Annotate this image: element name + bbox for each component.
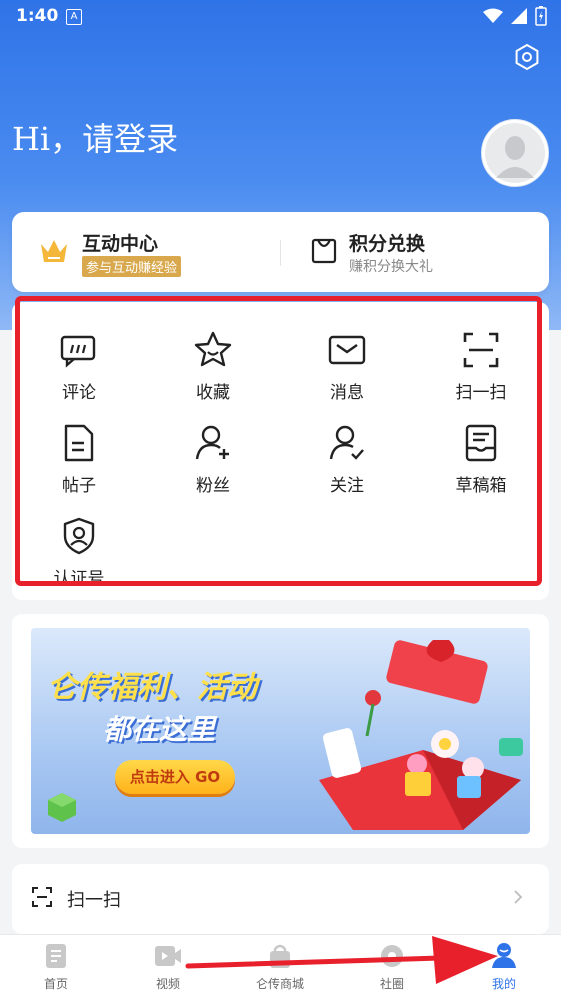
banner-headline: 仑传福利、活动 [47,670,257,705]
logo-cube-icon [48,793,76,822]
chevron-right-icon [514,890,523,904]
crown-icon [41,240,67,262]
profile-icon [492,943,516,968]
wifi-icon [483,8,503,23]
nav-label: 视频 [155,977,180,991]
login-greeting[interactable]: Hi，请登录 [12,114,178,160]
status-icons [483,6,547,26]
points-exchange-card[interactable]: 积分兑换 赚积分换大礼 [281,212,549,292]
nav-video[interactable]: 视频 [112,935,224,998]
default-avatar-icon [485,123,545,183]
nav-label: 首页 [43,977,68,991]
status-bar: 1:40 A [0,0,561,34]
interaction-center-card[interactable]: 互动中心 参与互动赚经验 [12,212,280,292]
video-icon [155,946,181,966]
points-exchange-subtitle: 赚积分换大礼 [349,259,433,275]
quick-cards: 互动中心 参与互动赚经验 积分兑换 赚积分换大礼 [12,212,549,292]
promo-banner[interactable]: 仑传福利、活动 都在这里 点击进入 GO [31,628,530,834]
avatar[interactable] [481,119,549,187]
settings-icon[interactable] [513,43,541,71]
nav-label: 仑传商城 [255,977,304,991]
bottom-navigation: 首页 视频 仑传商城 社圈 我的 [0,934,561,998]
nav-community[interactable]: 社圈 [336,935,448,998]
banner-enter-button[interactable]: 点击进入 GO [115,760,235,794]
scan-small-icon [32,887,52,907]
banner-subheadline: 都在这里 [103,713,216,746]
home-icon [46,944,66,968]
community-icon [381,945,403,967]
nav-shop[interactable]: 仑传商城 [224,935,336,998]
nav-profile[interactable]: 我的 [448,935,560,998]
signal-icon [511,8,527,24]
points-exchange-title: 积分兑换 [349,233,426,255]
nav-label: 我的 [491,977,516,991]
highlight-annotation-box [15,296,542,586]
shop-icon [270,944,290,968]
scan-row[interactable]: 扫一扫 [12,864,549,934]
interaction-center-badge: 参与互动赚经验 [82,256,182,277]
interaction-center-title: 互动中心 [82,233,159,255]
nav-label: 社圈 [379,977,404,991]
battery-icon [535,6,547,26]
gift-box-icon [311,238,337,264]
nav-home[interactable]: 首页 [0,935,112,998]
notification-icon: A [66,9,82,25]
scan-row-label: 扫一扫 [67,890,121,911]
gift-illustration [319,640,523,830]
status-time: 1:40 [16,6,59,26]
